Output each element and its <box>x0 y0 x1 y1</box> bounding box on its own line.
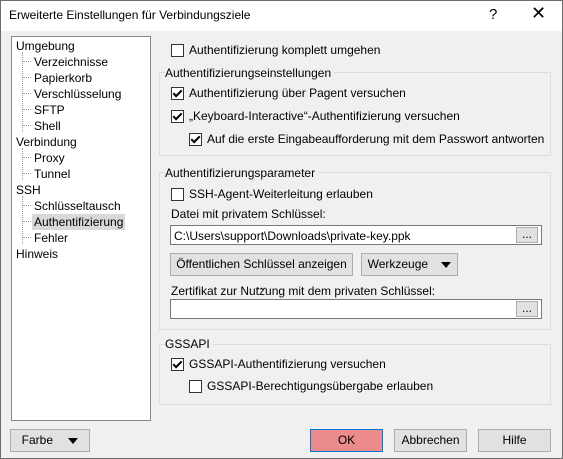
browse-certificate-button[interactable]: ... <box>516 301 538 317</box>
chevron-down-icon <box>68 437 79 444</box>
tree-item-verzeichnisse[interactable]: Verzeichnisse <box>34 54 108 70</box>
gssapi-group <box>159 344 551 405</box>
private-key-value: C:\Users\support\Downloads\private-key.p… <box>174 229 411 243</box>
gssapi-try-checkbox[interactable]: GSSAPI-Authentifizierung versuchen <box>171 357 386 371</box>
auth-params-title: Authentifizierungsparameter <box>165 166 319 180</box>
gssapi-delegate-box <box>189 379 202 393</box>
password-first-box <box>189 132 202 146</box>
title-bar: Erweiterte Einstellungen für Verbindungs… <box>1 1 562 31</box>
tree-item-fehler[interactable]: Fehler <box>34 230 68 246</box>
tools-button[interactable]: Werkzeuge <box>361 253 458 276</box>
keyboard-interactive-label: „Keyboard-Interactive“-Authentifizierung… <box>189 109 460 123</box>
certificate-field[interactable] <box>170 299 542 319</box>
tools-label: Werkzeuge <box>367 257 429 271</box>
window-title: Erweiterte Einstellungen für Verbindungs… <box>9 8 251 22</box>
keyboard-interactive-checkbox[interactable]: „Keyboard-Interactive“-Authentifizierung… <box>171 109 460 123</box>
gssapi-title: GSSAPI <box>165 337 213 351</box>
ok-button[interactable]: OK <box>310 429 383 452</box>
gssapi-delegate-label: GSSAPI-Berechtigungsübergabe erlauben <box>207 379 434 393</box>
password-first-checkbox[interactable]: Auf die erste Eingabeaufforderung mit de… <box>189 132 544 146</box>
agent-forwarding-label: SSH-Agent-Weiterleitung erlauben <box>189 187 373 201</box>
color-label: Farbe <box>21 433 53 447</box>
auth-settings-title: Authentifizierungseinstellungen <box>165 66 335 80</box>
bypass-auth-box <box>171 43 184 57</box>
tree-item-shell[interactable]: Shell <box>34 118 61 134</box>
color-button[interactable]: Farbe <box>10 429 90 452</box>
bypass-auth-checkbox[interactable]: Authentifizierung komplett umgehen <box>171 43 380 57</box>
tree-item-ssh[interactable]: SSH <box>16 182 41 198</box>
settings-tree: Umgebung Verzeichnisse Papierkorb Versch… <box>11 36 151 421</box>
help-icon[interactable]: ? <box>489 6 497 23</box>
tree-item-hinweis[interactable]: Hinweis <box>16 246 58 262</box>
private-key-label: Datei mit privatem Schlüssel: <box>171 207 326 221</box>
tree-item-sftp[interactable]: SFTP <box>34 102 65 118</box>
gssapi-try-box <box>171 357 184 371</box>
close-icon[interactable]: ✕ <box>531 3 546 24</box>
certificate-label: Zertifikat zur Nutzung mit dem privaten … <box>171 284 436 298</box>
tree-item-papierkorb[interactable]: Papierkorb <box>34 70 92 86</box>
tree-item-schluesselaustausch[interactable]: Schlüsseltausch <box>34 198 121 214</box>
bypass-auth-label: Authentifizierung komplett umgehen <box>189 43 381 57</box>
tree-item-verbindung[interactable]: Verbindung <box>16 134 77 150</box>
private-key-field[interactable]: C:\Users\support\Downloads\private-key.p… <box>170 225 542 245</box>
chevron-down-icon <box>441 261 452 268</box>
agent-forwarding-checkbox[interactable]: SSH-Agent-Weiterleitung erlauben <box>171 187 373 201</box>
password-first-label: Auf die erste Eingabeaufforderung mit de… <box>207 132 545 146</box>
pagent-checkbox[interactable]: Authentifizierung über Pagent versuchen <box>171 86 406 100</box>
tree-item-tunnel[interactable]: Tunnel <box>34 166 70 182</box>
tree-item-authentifizierung[interactable]: Authentifizierung <box>32 214 126 230</box>
help-button[interactable]: Hilfe <box>478 429 551 452</box>
pagent-label: Authentifizierung über Pagent versuchen <box>189 86 406 100</box>
tree-item-verschluesselung[interactable]: Verschlüsselung <box>34 86 121 102</box>
tree-item-umgebung[interactable]: Umgebung <box>16 38 75 54</box>
browse-key-button[interactable]: ... <box>516 227 538 243</box>
dialog-window: Erweiterte Einstellungen für Verbindungs… <box>0 0 563 459</box>
agent-forwarding-box <box>171 187 184 201</box>
gssapi-delegate-checkbox[interactable]: GSSAPI-Berechtigungsübergabe erlauben <box>189 379 433 393</box>
keyboard-interactive-box <box>171 109 184 123</box>
show-public-key-button[interactable]: Öffentlichen Schlüssel anzeigen ... <box>170 253 353 292</box>
cancel-button[interactable]: Abbrechen <box>394 429 467 452</box>
pagent-box <box>171 86 184 100</box>
gssapi-try-label: GSSAPI-Authentifizierung versuchen <box>189 357 386 371</box>
tree-item-proxy[interactable]: Proxy <box>34 150 65 166</box>
